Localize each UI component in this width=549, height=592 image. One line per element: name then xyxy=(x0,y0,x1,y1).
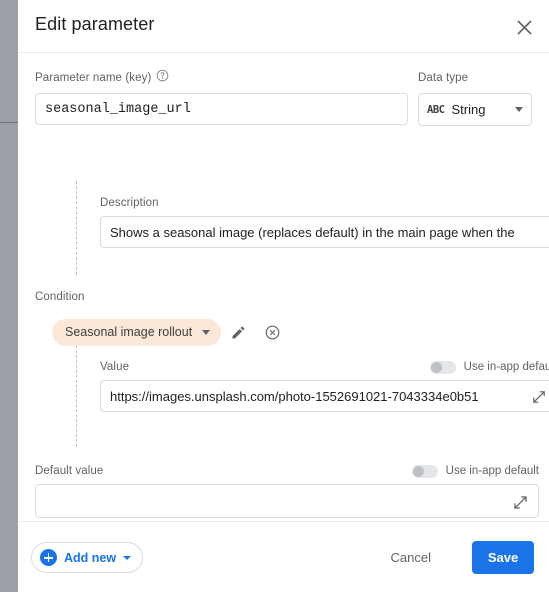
condition-row: Seasonal image rollout xyxy=(52,317,289,347)
default-value-use-in-app-default-toggle[interactable]: Use in-app default xyxy=(411,464,539,478)
default-value-field-group: Default value Use in-app default xyxy=(35,464,549,518)
expand-icon[interactable] xyxy=(526,384,549,410)
value-field-group: Value Use in-app default https://images.… xyxy=(100,360,549,412)
default-value-header: Default value Use in-app default xyxy=(35,464,539,478)
plus-circle-icon xyxy=(40,549,57,566)
condition-label: Condition xyxy=(35,291,85,303)
parameter-name-value: seasonal_image_url xyxy=(45,101,191,117)
chevron-down-icon xyxy=(123,555,132,560)
expand-icon[interactable] xyxy=(507,489,533,515)
edit-parameter-dialog: Edit parameter Parameter name (key) seas… xyxy=(18,0,549,592)
parameter-row: Parameter name (key) seasonal_image_url xyxy=(35,69,532,126)
value-header: Value Use in-app default xyxy=(100,360,549,374)
toggle-switch xyxy=(411,464,438,478)
remove-condition-button[interactable] xyxy=(255,317,289,347)
dialog-body: Parameter name (key) seasonal_image_url xyxy=(18,53,549,521)
cancel-button[interactable]: Cancel xyxy=(381,542,441,573)
chevron-down-icon xyxy=(515,107,523,112)
default-value-label: Default value xyxy=(35,465,104,477)
dialog-footer: Add new Cancel Save xyxy=(18,521,549,592)
data-type-selected-value: String xyxy=(451,102,486,117)
edit-condition-button[interactable] xyxy=(221,317,255,347)
add-new-label: Add new xyxy=(64,550,117,565)
page-backdrop xyxy=(0,0,18,592)
description-guide-line xyxy=(76,181,77,275)
backdrop-divider xyxy=(0,122,18,123)
data-type-select[interactable]: ABC String xyxy=(418,93,532,126)
value-input[interactable]: https://images.unsplash.com/photo-155269… xyxy=(100,380,549,412)
data-type-label: Data type xyxy=(418,72,469,84)
value-input-text: https://images.unsplash.com/photo-155269… xyxy=(110,388,479,404)
description-input[interactable]: Shows a seasonal image (replaces default… xyxy=(100,216,549,248)
condition-chip[interactable]: Seasonal image rollout xyxy=(52,318,222,346)
value-guide-line xyxy=(76,345,77,447)
description-label: Description xyxy=(100,197,159,209)
abc-icon: ABC xyxy=(427,103,445,116)
chevron-down-icon xyxy=(202,329,211,335)
condition-chip-label: Seasonal image rollout xyxy=(65,325,193,339)
help-circle-icon[interactable] xyxy=(156,69,169,87)
description-value: Shows a seasonal image (replaces default… xyxy=(110,224,515,240)
data-type-field-group: Data type ABC String xyxy=(418,70,532,126)
description-field-group: Description Shows a seasonal image (repl… xyxy=(100,196,549,248)
screen: Edit parameter Parameter name (key) seas… xyxy=(0,0,549,592)
toggle-knob xyxy=(430,361,442,373)
close-icon[interactable] xyxy=(509,12,539,42)
save-button[interactable]: Save xyxy=(472,541,534,574)
add-new-button[interactable]: Add new xyxy=(31,542,144,573)
value-label: Value xyxy=(100,361,130,373)
toggle-knob xyxy=(412,465,424,477)
default-value-toggle-label: Use in-app default xyxy=(445,465,539,477)
toggle-switch xyxy=(429,360,456,374)
default-value-input[interactable] xyxy=(35,484,539,518)
parameter-name-label: Parameter name (key) xyxy=(35,72,152,84)
dialog-header: Edit parameter xyxy=(18,0,549,53)
dialog-title: Edit parameter xyxy=(35,14,155,34)
parameter-name-field-group: Parameter name (key) seasonal_image_url xyxy=(35,69,408,126)
value-use-in-app-default-toggle[interactable]: Use in-app default xyxy=(429,360,549,374)
value-toggle-label: Use in-app default xyxy=(463,361,549,373)
parameter-name-input[interactable]: seasonal_image_url xyxy=(35,93,408,125)
